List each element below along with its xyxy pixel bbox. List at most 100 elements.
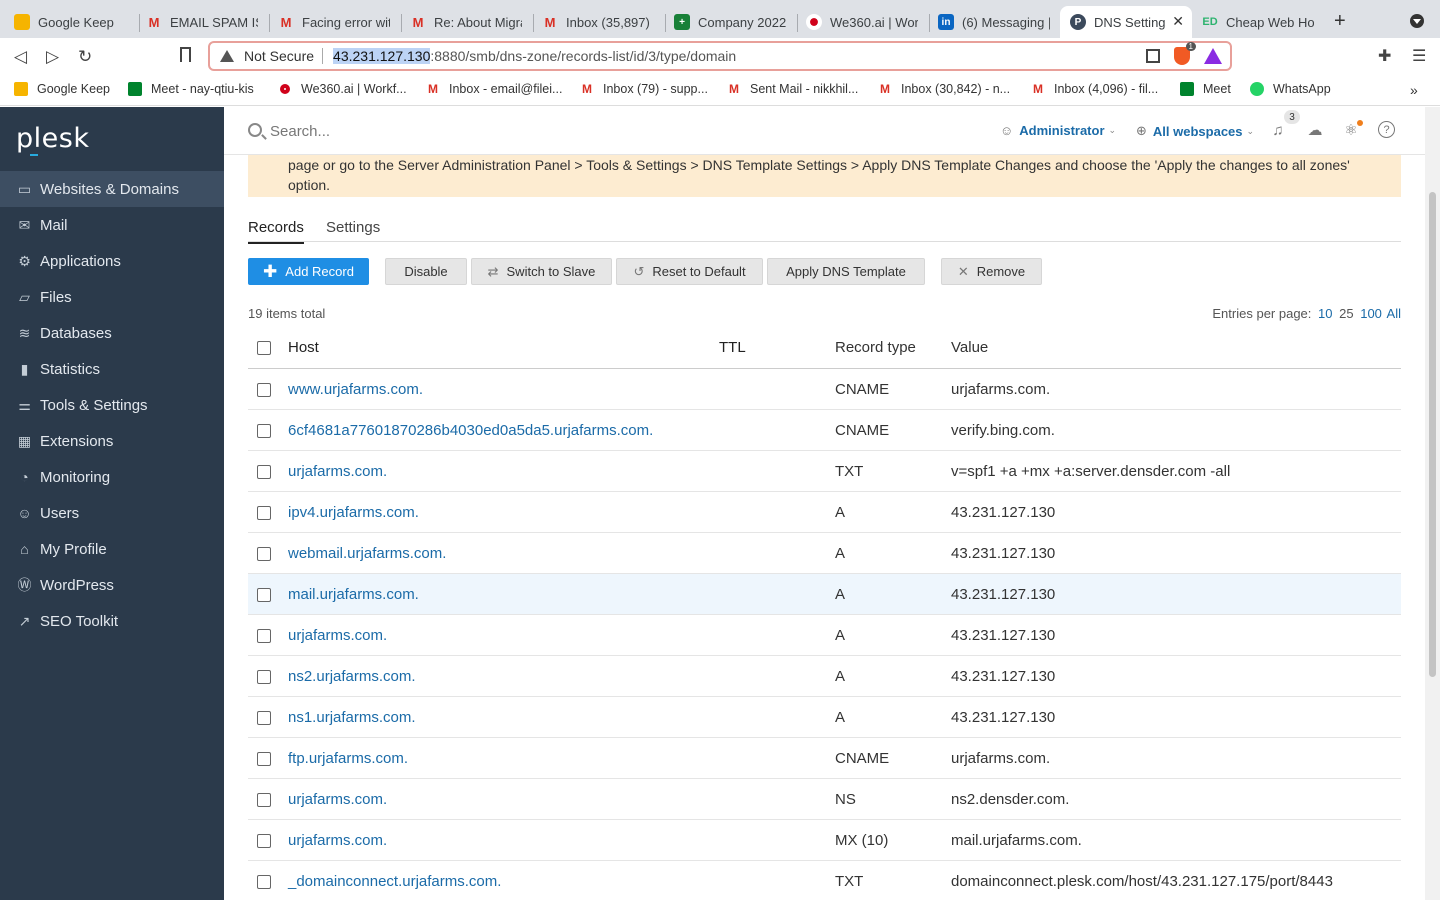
sidebar-item-tools-settings[interactable]: ⚌ Tools & Settings	[0, 387, 224, 423]
sidebar-item-databases[interactable]: ≋ Databases	[0, 315, 224, 351]
browser-tab[interactable]: M Facing error with	[268, 6, 400, 38]
webspaces-menu[interactable]: ⊕ All webspaces ⌄	[1136, 123, 1254, 139]
plesk-logo[interactable]: plesk	[16, 123, 89, 154]
bookmark-item[interactable]: Google Keep	[14, 82, 110, 96]
brave-rewards-icon[interactable]	[1204, 48, 1222, 64]
bookmark-item[interactable]: M Sent Mail - nikkhil...	[727, 82, 858, 96]
user-menu[interactable]: ☺ Administrator ⌄	[1000, 123, 1116, 138]
add-record-button[interactable]: ✚ Add Record	[248, 258, 369, 285]
tab-search-icon[interactable]	[1410, 14, 1424, 28]
brave-shields-icon[interactable]: 1	[1174, 42, 1196, 65]
forward-icon[interactable]: ▷	[46, 47, 59, 67]
bookmark-item[interactable]: Meet - nay-qtiu-kis	[128, 82, 254, 96]
record-host-link[interactable]: ns2.urjafarms.com.	[288, 668, 416, 685]
record-value: 43.231.127.130	[951, 545, 1056, 562]
browser-tab[interactable]: M Re: About Migrat	[400, 6, 532, 38]
not-secure-label[interactable]: Not Secure	[244, 48, 314, 64]
row-checkbox[interactable]	[257, 547, 271, 561]
row-checkbox[interactable]	[257, 629, 271, 643]
qr-code-icon[interactable]	[1146, 49, 1160, 63]
page-scrollbar[interactable]	[1425, 107, 1440, 900]
select-all-checkbox[interactable]	[257, 341, 271, 355]
back-icon[interactable]: ◁	[14, 47, 27, 67]
sidebar-item-monitoring[interactable]: ◔ Monitoring	[0, 459, 224, 495]
reload-icon[interactable]: ↻	[78, 47, 92, 67]
bookmark-item[interactable]: M Inbox - email@filei...	[426, 82, 562, 96]
row-checkbox[interactable]	[257, 588, 271, 602]
browser-tab[interactable]: + Company 2022 -	[664, 6, 796, 38]
bookmark-item[interactable]: M Inbox (4,096) - fil...	[1031, 82, 1158, 96]
browser-tab[interactable]: ED Cheap Web Host	[1192, 6, 1324, 38]
new-tab-button[interactable]: +	[1334, 10, 1346, 33]
address-bar[interactable]: Not Secure 43.231.127.130:8880/smb/dns-z…	[208, 41, 1232, 71]
record-host-link[interactable]: 6cf4681a77601870286b4030ed0a5da5.urjafar…	[288, 422, 653, 439]
sidebar-item-applications[interactable]: ⚙ Applications	[0, 243, 224, 279]
record-host-link[interactable]: ipv4.urjafarms.com.	[288, 504, 419, 521]
bookmark-item[interactable]: M Inbox (30,842) - n...	[878, 82, 1010, 96]
sidebar-item-websites-domains[interactable]: ▭ Websites & Domains	[0, 171, 224, 207]
column-value[interactable]: Value	[951, 339, 988, 356]
apply-dns-template-button[interactable]: Apply DNS Template	[767, 258, 925, 285]
row-checkbox[interactable]	[257, 834, 271, 848]
record-host-link[interactable]: ftp.urjafarms.com.	[288, 750, 408, 767]
tab-settings[interactable]: Settings	[326, 219, 380, 242]
close-icon[interactable]: ✕	[1172, 13, 1184, 30]
bookmark-item[interactable]: WhatsApp	[1250, 82, 1331, 96]
notifications-icon[interactable]: ♫	[1269, 121, 1287, 139]
bookmark-item[interactable]: Meet	[1180, 82, 1231, 96]
browser-tab[interactable]: M Inbox (35,897) -	[532, 6, 664, 38]
record-host-link[interactable]: urjafarms.com.	[288, 791, 387, 808]
remove-button[interactable]: ✕ Remove	[941, 258, 1042, 285]
row-checkbox[interactable]	[257, 424, 271, 438]
record-host-link[interactable]: www.urjafarms.com.	[288, 381, 423, 398]
column-host[interactable]: Host	[288, 339, 319, 356]
row-checkbox[interactable]	[257, 506, 271, 520]
browser-tab[interactable]: We360.ai | Work	[796, 6, 928, 38]
row-checkbox[interactable]	[257, 793, 271, 807]
browser-tab[interactable]: in (6) Messaging | L	[928, 6, 1060, 38]
record-host-link[interactable]: urjafarms.com.	[288, 627, 387, 644]
record-host-link[interactable]: ns1.urjafarms.com.	[288, 709, 416, 726]
per-page-all[interactable]: All	[1387, 306, 1401, 321]
record-host-link[interactable]: urjafarms.com.	[288, 832, 387, 849]
row-checkbox[interactable]	[257, 711, 271, 725]
record-host-link[interactable]: _domainconnect.urjafarms.com.	[288, 873, 501, 890]
record-host-link[interactable]: urjafarms.com.	[288, 463, 387, 480]
sidebar-item-my-profile[interactable]: ⌂ My Profile	[0, 531, 224, 567]
cloud-icon[interactable]: ☁	[1306, 121, 1324, 139]
row-checkbox[interactable]	[257, 875, 271, 889]
scrollbar-thumb[interactable]	[1429, 192, 1436, 677]
sidebar-item-statistics[interactable]: ▮ Statistics	[0, 351, 224, 387]
sidebar-item-extensions[interactable]: ▦ Extensions	[0, 423, 224, 459]
help-icon[interactable]: ?	[1378, 121, 1395, 138]
sidebar-item-users[interactable]: ☺ Users	[0, 495, 224, 531]
tab-records[interactable]: Records	[248, 219, 304, 244]
row-checkbox[interactable]	[257, 383, 271, 397]
search-input[interactable]	[270, 117, 670, 145]
browser-tab[interactable]: Google Keep	[4, 6, 138, 38]
menu-icon[interactable]: ☰	[1412, 46, 1426, 66]
bookmark-item[interactable]: We360.ai | Workf...	[280, 82, 407, 96]
browser-tab-active[interactable]: P DNS Settings ✕	[1060, 6, 1192, 38]
sidebar-item-mail[interactable]: ✉ Mail	[0, 207, 224, 243]
column-ttl[interactable]: TTL	[719, 339, 746, 356]
record-host-link[interactable]: mail.urjafarms.com.	[288, 586, 419, 603]
row-checkbox[interactable]	[257, 752, 271, 766]
per-page-100[interactable]: 100	[1360, 306, 1382, 321]
bookmark-icon[interactable]	[180, 47, 191, 62]
reset-to-default-button[interactable]: ↺ Reset to Default	[616, 258, 763, 285]
column-record-type[interactable]: Record type	[835, 339, 916, 356]
extensions-icon[interactable]: ✚	[1378, 46, 1391, 66]
more-bookmarks-icon[interactable]: »	[1410, 82, 1418, 98]
sidebar-item-files[interactable]: ▱ Files	[0, 279, 224, 315]
row-checkbox[interactable]	[257, 670, 271, 684]
browser-tab[interactable]: M EMAIL SPAM ISS	[136, 6, 268, 38]
sidebar-item-wordpress[interactable]: Ⓦ WordPress	[0, 567, 224, 603]
record-host-link[interactable]: webmail.urjafarms.com.	[288, 545, 446, 562]
sidebar-item-seo-toolkit[interactable]: ↗ SEO Toolkit	[0, 603, 224, 639]
disable-button[interactable]: Disable	[385, 258, 467, 285]
bookmark-item[interactable]: M Inbox (79) - supp...	[580, 82, 708, 96]
switch-to-slave-button[interactable]: ⇄ Switch to Slave	[471, 258, 612, 285]
row-checkbox[interactable]	[257, 465, 271, 479]
per-page-10[interactable]: 10	[1318, 306, 1332, 321]
